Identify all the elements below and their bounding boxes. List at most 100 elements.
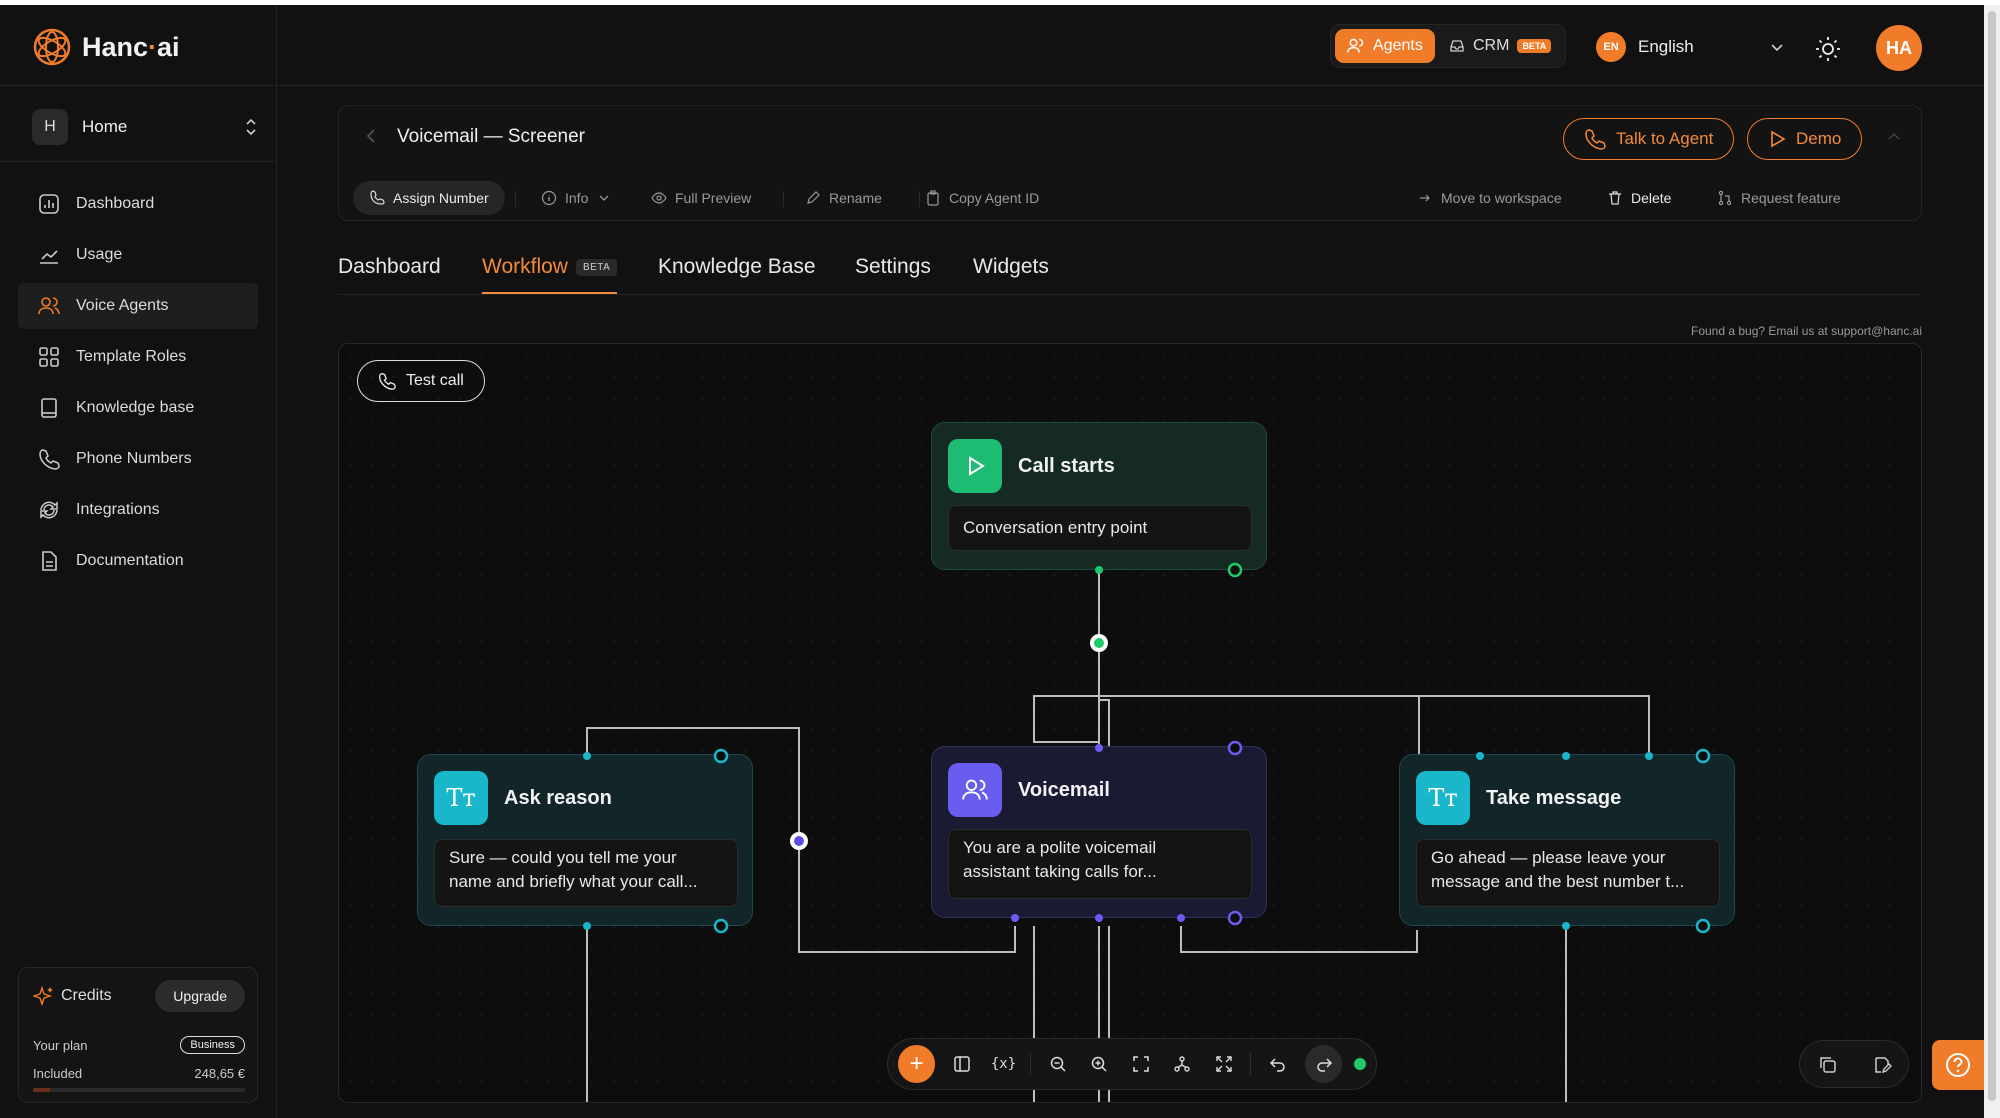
add-node-button[interactable]: + — [898, 1045, 936, 1083]
sidebar-item-knowledge-base[interactable]: Knowledge base — [18, 385, 258, 431]
agent-tabs: Dashboard Workflow BETA Knowledge Base Se… — [338, 255, 1922, 295]
node-take-message[interactable]: Tт Take message Go ahead — please leave … — [1399, 754, 1735, 926]
edit-note-icon[interactable] — [1872, 1055, 1892, 1075]
tab-settings[interactable]: Settings — [855, 255, 931, 294]
tab-workflow[interactable]: Workflow BETA — [482, 255, 618, 294]
redo-icon[interactable] — [1304, 1045, 1343, 1083]
test-call-label: Test call — [406, 372, 464, 389]
sidebar-item-documentation[interactable]: Documentation — [18, 538, 258, 584]
sidebar-item-dashboard[interactable]: Dashboard — [18, 181, 258, 227]
theme-toggle-sun-icon[interactable] — [1815, 36, 1841, 62]
copy-agent-id-label: Copy Agent ID — [949, 190, 1040, 206]
sidebar-item-integrations[interactable]: Integrations — [18, 487, 258, 533]
tab-label: Workflow — [482, 255, 568, 278]
node-ask-reason[interactable]: Tт Ask reason Sure — could you tell me y… — [417, 754, 753, 926]
window-scrollbar[interactable] — [1984, 5, 2000, 1118]
canvas-secondary-tools — [1799, 1040, 1909, 1088]
sidebar-item-template-roles[interactable]: Template Roles — [18, 334, 258, 380]
undo-icon[interactable] — [1263, 1049, 1292, 1079]
talk-to-agent-button[interactable]: Talk to Agent — [1563, 118, 1735, 160]
inbox-icon — [1450, 40, 1464, 52]
node-call-starts[interactable]: Call starts Conversation entry point — [931, 422, 1267, 570]
node-voicemail[interactable]: Voicemail You are a polite voicemail assi… — [931, 746, 1267, 918]
request-feature-button[interactable]: Request feature — [1717, 181, 1841, 215]
copy-icon[interactable] — [1818, 1055, 1838, 1075]
help-icon — [1946, 1053, 1970, 1077]
sidebar: Hanc·ai H Home Dashboard Usage Voice Age… — [0, 5, 277, 1118]
info-dropdown[interactable]: Info — [541, 181, 612, 215]
sidebar-item-usage[interactable]: Usage — [18, 232, 258, 278]
upgrade-button[interactable]: Upgrade — [155, 980, 245, 1012]
fit-view-icon[interactable] — [1126, 1049, 1155, 1079]
crm-switch-label: CRM — [1473, 37, 1510, 54]
toolbar-divider — [1030, 1053, 1032, 1075]
zoom-out-icon[interactable] — [1043, 1049, 1072, 1079]
toolbar-divider — [919, 191, 920, 207]
chevron-up-icon[interactable] — [1887, 130, 1901, 144]
phone-icon — [39, 449, 60, 470]
auto-layout-icon[interactable] — [1168, 1049, 1197, 1079]
sidebar-toggle-icon[interactable] — [947, 1049, 976, 1079]
credits-label: Credits — [61, 987, 112, 1004]
agent-title: Voicemail — Screener — [397, 126, 585, 147]
text-icon: Tт — [1416, 771, 1470, 825]
logo-icon — [33, 28, 71, 66]
workflow-canvas[interactable]: Test call Call starts Conversation entry… — [338, 343, 1922, 1103]
sidebar-item-voice-agents[interactable]: Voice Agents — [18, 283, 258, 329]
users-icon — [38, 297, 60, 315]
user-avatar[interactable]: HA — [1876, 25, 1922, 71]
test-call-button[interactable]: Test call — [357, 360, 485, 402]
full-preview-button[interactable]: Full Preview — [651, 181, 751, 215]
sidebar-item-phone-numbers[interactable]: Phone Numbers — [18, 436, 258, 482]
workspace-switcher[interactable]: H Home — [32, 105, 258, 149]
chart-line-icon — [40, 250, 58, 264]
pull-request-icon — [1718, 190, 1732, 206]
sidebar-nav: Dashboard Usage Voice Agents Template Ro… — [18, 181, 258, 589]
sidebar-item-label: Voice Agents — [76, 297, 169, 314]
move-to-workspace-label: Move to workspace — [1441, 190, 1562, 206]
demo-button[interactable]: Demo — [1747, 118, 1863, 160]
request-feature-label: Request feature — [1741, 190, 1841, 206]
product-switcher: Agents CRM BETA — [1330, 24, 1566, 68]
grid-icon — [39, 347, 59, 367]
demo-label: Demo — [1796, 129, 1842, 148]
talk-to-agent-label: Talk to Agent — [1616, 129, 1714, 148]
node-title: Voicemail — [1018, 778, 1110, 801]
phone-plus-icon — [370, 190, 385, 205]
agent-header-card: Voicemail — Screener Talk to Agent Demo … — [338, 105, 1922, 221]
copy-agent-id-button[interactable]: Copy Agent ID — [925, 181, 1039, 215]
credits-card: Credits Upgrade Your plan Business Inclu… — [18, 967, 258, 1103]
sparkle-icon — [33, 985, 53, 1007]
bug-report-note: Found a bug? Email us at support@hanc.ai — [1691, 324, 1922, 338]
chevron-left-icon[interactable] — [365, 128, 377, 144]
help-button[interactable] — [1932, 1040, 1984, 1090]
delete-button[interactable]: Delete — [1607, 181, 1671, 215]
document-icon — [42, 551, 57, 571]
tab-knowledge-base[interactable]: Knowledge Base — [658, 255, 816, 294]
tab-dashboard[interactable]: Dashboard — [338, 255, 441, 294]
tab-label: Settings — [855, 255, 931, 278]
rename-button[interactable]: Rename — [805, 181, 882, 215]
crm-beta-badge: BETA — [1517, 39, 1552, 53]
node-body: Conversation entry point — [948, 505, 1252, 551]
tab-widgets[interactable]: Widgets — [973, 255, 1049, 294]
pencil-icon — [807, 191, 820, 204]
fullscreen-icon[interactable] — [1209, 1049, 1238, 1079]
node-title: Ask reason — [504, 786, 612, 809]
move-to-workspace-button[interactable]: Move to workspace — [1417, 181, 1562, 215]
zoom-in-icon[interactable] — [1085, 1049, 1114, 1079]
assign-number-button[interactable]: Assign Number — [353, 181, 505, 215]
sidebar-item-label: Dashboard — [76, 195, 155, 212]
play-icon — [1771, 130, 1786, 148]
variables-button[interactable]: {x} — [989, 1049, 1018, 1079]
scrollbar-thumb[interactable] — [1988, 11, 1996, 1101]
crm-switch-button[interactable]: CRM BETA — [1449, 29, 1552, 63]
tab-label: Dashboard — [338, 255, 441, 278]
toolbar-divider — [515, 191, 516, 207]
node-body: Go ahead — please leave your message and … — [1416, 839, 1720, 907]
agents-switch-button[interactable]: Agents — [1335, 29, 1435, 63]
brand-logo[interactable]: Hanc·ai — [32, 27, 180, 67]
header-divider — [277, 85, 1984, 86]
delete-label: Delete — [1631, 190, 1672, 206]
language-select[interactable]: EN English — [1596, 27, 1784, 67]
